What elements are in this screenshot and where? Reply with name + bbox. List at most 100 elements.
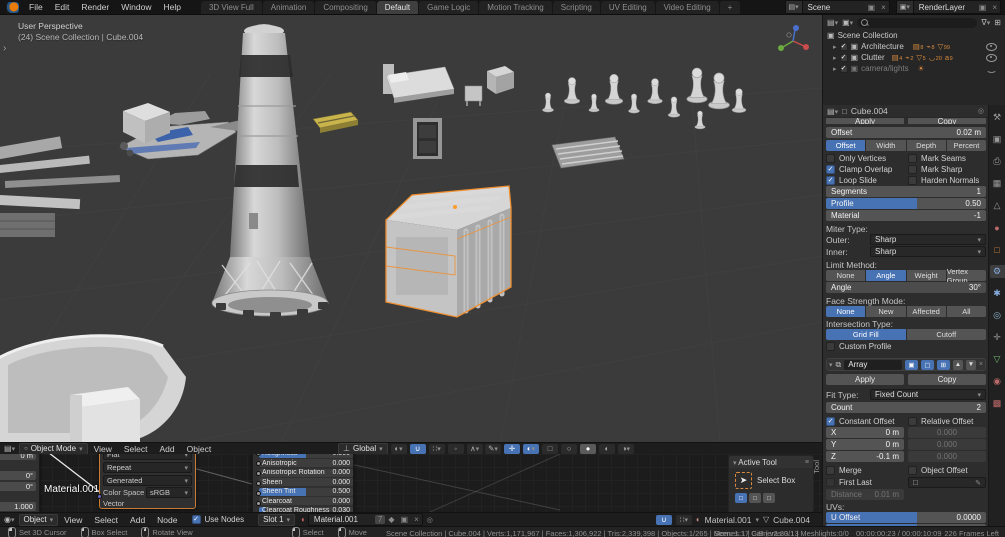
tab-view-layer[interactable]: ▦ — [990, 177, 1005, 190]
eyedropper-icon[interactable]: ✎ — [975, 479, 981, 487]
tab-particles[interactable]: ✱ — [990, 287, 1005, 300]
relative-offset-checkbox[interactable]: Relative Offset — [908, 416, 973, 426]
merge-checkbox[interactable]: Merge — [826, 465, 908, 475]
proportional-falloff[interactable]: ∧ ▾ — [466, 443, 483, 454]
properties-editor-icon[interactable]: ▤▾ — [827, 107, 838, 116]
xray-toggle-icon[interactable]: □ — [542, 443, 558, 454]
object-planks[interactable] — [0, 136, 121, 237]
array-count-field[interactable]: Count 2 — [826, 402, 986, 413]
gizmos-toggle-icon[interactable]: ✛ — [504, 443, 520, 454]
orientation-selector[interactable]: ⊥ Global ▾ — [338, 442, 388, 455]
intersection-grid-fill[interactable]: Grid Fill — [826, 329, 906, 340]
tab-output[interactable]: ⎙ — [990, 155, 1005, 168]
outliner-row-camera-lights[interactable]: ▸ ✓ ▣ camera/lights ☀ — [823, 63, 1005, 74]
workspace-tab-compositing[interactable]: Compositing — [315, 0, 377, 14]
object-nightstand[interactable] — [464, 85, 483, 106]
miter-outer-dropdown[interactable]: Sharp ▾ — [870, 234, 986, 245]
mapping-rotation-y[interactable]: 0° — [0, 482, 36, 491]
remove-modifier-icon[interactable]: × — [979, 361, 983, 368]
clamp-overlap-checkbox[interactable]: ✓ Clamp Overlap — [826, 164, 908, 174]
object-grate[interactable] — [551, 136, 625, 169]
mapping-location-z[interactable]: 0 m — [0, 454, 36, 460]
shading-material-icon[interactable]: ◐ — [599, 443, 615, 454]
editor-type-icon[interactable]: ▤▾ — [4, 444, 15, 453]
node-image-texture[interactable]: Flat ▾ Repeat ▾ Generated ▾ Color Space sRG… — [97, 454, 196, 509]
snap-target-selector[interactable]: ∷ ▾ — [675, 514, 692, 525]
bevel-segments-field[interactable]: Segments 1 — [826, 186, 986, 197]
shading-solid-icon[interactable]: ● — [580, 443, 596, 454]
snap-toggle-icon[interactable]: ∪ — [409, 443, 426, 454]
use-nodes-checkbox[interactable]: ✓ Use Nodes — [191, 515, 244, 524]
mapping-scale-x[interactable]: 1.000 — [0, 502, 36, 511]
scene-selector[interactable]: ▤ ▾ Scene ▣ × — [784, 0, 890, 14]
exclude-checkbox[interactable]: ✓ — [839, 53, 848, 62]
shader-menu-add[interactable]: Add — [124, 515, 151, 525]
width-type-width[interactable]: Width — [866, 140, 906, 151]
object-tower[interactable] — [211, 24, 329, 319]
workspace-tab-3d-view-full[interactable]: 3D View Full — [200, 0, 263, 14]
outliner-row-scene-collection[interactable]: ▣ Scene Collection — [823, 30, 1005, 41]
viewport-menu-select[interactable]: Select — [118, 444, 154, 454]
object-bed[interactable] — [383, 64, 455, 103]
bsdf-sheen-tint[interactable]: Sheen Tint 0.500 — [259, 487, 353, 496]
bsdf-roughness[interactable]: Roughness0.500 — [259, 454, 353, 458]
miter-inner-dropdown[interactable]: Sharp ▾ — [870, 246, 986, 257]
exclude-checkbox[interactable]: ✓ — [839, 64, 848, 73]
3d-viewport[interactable]: User Perspective (24) Scene Collection |… — [0, 15, 822, 442]
mark-seams-checkbox[interactable]: Mark Seams — [908, 153, 966, 163]
limit-angle[interactable]: Angle — [866, 270, 906, 281]
bsdf-anisotropic[interactable]: Anisotropic 0.000 — [259, 459, 353, 467]
overlays-toggle-icon[interactable]: ◐ ▾ — [523, 443, 539, 454]
array-name-field[interactable]: Array — [844, 359, 902, 370]
fit-type-dropdown[interactable]: Fixed Count ▾ — [870, 389, 986, 400]
bevel-offset-slider[interactable]: Offset 0.02 m — [826, 127, 986, 138]
unlink-scene-icon[interactable]: × — [878, 3, 889, 12]
workspace-tab-motion-tracking[interactable]: Motion Tracking — [479, 0, 553, 14]
proportional-edit-icon[interactable]: ◦ — [447, 443, 464, 454]
workspace-tab-animation[interactable]: Animation — [262, 0, 316, 14]
expand-icon[interactable]: ▸ — [833, 43, 837, 51]
filter-icon[interactable]: ∇▾ — [981, 18, 990, 27]
tab-object[interactable]: □ — [990, 243, 1005, 256]
object-offset-checkbox[interactable]: Object Offset — [908, 465, 968, 475]
image-extension-dropdown[interactable]: Repeat ▾ — [103, 462, 192, 473]
offset-object-picker[interactable]: □ ✎ — [908, 477, 986, 488]
new-layer-icon[interactable]: ▣ — [976, 3, 990, 12]
intersection-cutoff[interactable]: Cutoff — [906, 329, 986, 340]
menu-edit[interactable]: Edit — [49, 2, 76, 12]
menu-help[interactable]: Help — [157, 2, 186, 12]
viewport-menu-object[interactable]: Object — [181, 444, 218, 454]
custom-profile-checkbox[interactable]: Custom Profile — [826, 342, 986, 351]
node-principled-bsdf[interactable]: Roughness0.500 Anisotropic0.000 Anisotro… — [252, 454, 354, 512]
array-apply-button[interactable]: Apply — [826, 374, 904, 385]
menu-window[interactable]: Window — [115, 2, 157, 12]
workspace-tab-video-editing[interactable]: Video Editing — [655, 0, 720, 14]
shader-menu-view[interactable]: View — [58, 515, 88, 525]
width-type-offset[interactable]: Offset — [826, 140, 866, 151]
width-type-depth[interactable]: Depth — [906, 140, 946, 151]
move-up-icon[interactable]: ▲ — [952, 359, 963, 370]
pin-icon[interactable]: ◎ — [427, 516, 433, 524]
tab-object-data[interactable]: ▽ — [990, 353, 1005, 366]
viewport-menu-view[interactable]: View — [88, 444, 118, 454]
copy-material-icon[interactable]: ▣ — [398, 515, 412, 524]
exclude-checkbox[interactable]: ✓ — [839, 42, 848, 51]
select-visibility-icon[interactable]: ✎ ▾ — [485, 443, 501, 454]
object-door[interactable] — [413, 118, 442, 159]
tab-constraints[interactable]: ✛ — [990, 331, 1005, 344]
constant-offset-x[interactable]: X0 m — [826, 427, 904, 438]
viewport-menu-add[interactable]: Add — [153, 444, 180, 454]
outliner-row-clutter[interactable]: ▸ ✓ ▣ Clutter ▤ 4 ⌁ 2 ▽ 5 ◡ 20 a9 — [823, 52, 1005, 63]
tab-physics[interactable]: ◎ — [990, 309, 1005, 322]
mark-sharp-checkbox[interactable]: Mark Sharp — [908, 164, 962, 174]
shader-menu-select[interactable]: Select — [88, 515, 124, 525]
limit-none[interactable]: None — [826, 270, 866, 281]
toolbar-expand-arrow[interactable]: › — [3, 43, 6, 54]
object-crate-selected[interactable] — [385, 185, 512, 318]
menu-file[interactable]: File — [23, 2, 49, 12]
editmode-visibility-toggle[interactable]: ⊞ — [936, 359, 950, 370]
limit-vertex-group[interactable]: Vertex Group — [946, 267, 986, 285]
bevel-profile-slider[interactable]: Profile 0.50 — [826, 198, 986, 209]
editor-type-icon[interactable]: ◉▾ — [4, 515, 15, 524]
material-name-field[interactable]: Material.001 7 ◆ ▣ × — [307, 513, 423, 526]
